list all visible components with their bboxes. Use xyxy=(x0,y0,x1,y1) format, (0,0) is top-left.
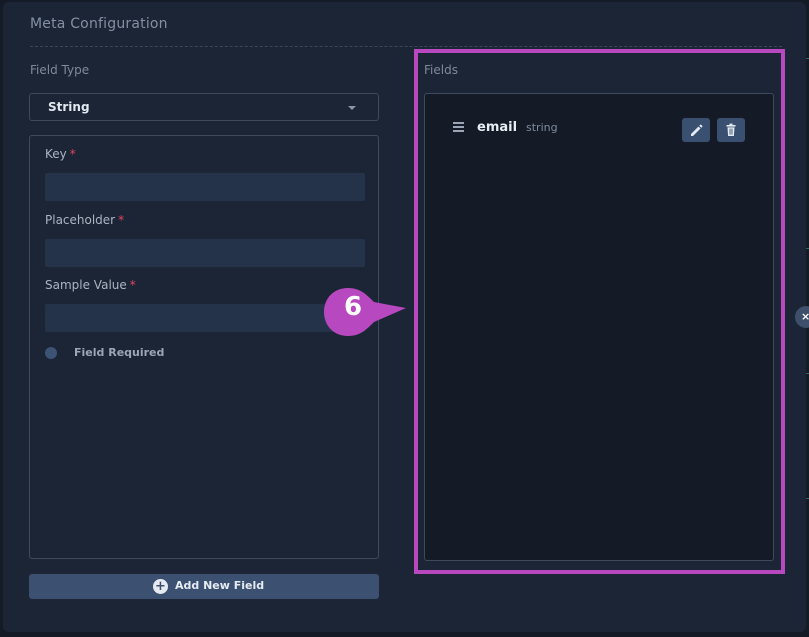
title-divider xyxy=(30,46,782,47)
panel-title: Meta Configuration xyxy=(30,16,168,32)
field-type-selected-value: String xyxy=(48,100,90,114)
key-label: Key * xyxy=(45,147,76,161)
placeholder-label: Placeholder * xyxy=(45,213,125,227)
required-asterisk: * xyxy=(118,213,125,227)
fields-highlight-box xyxy=(414,49,785,574)
add-new-field-label: Add New Field xyxy=(175,579,265,592)
key-input[interactable] xyxy=(45,173,365,201)
sample-value-input[interactable] xyxy=(45,304,365,332)
field-required-toggle[interactable] xyxy=(45,347,57,359)
add-new-field-button[interactable]: + Add New Field xyxy=(29,574,379,599)
field-required-label: Field Required xyxy=(74,346,165,359)
field-type-label: Field Type xyxy=(30,63,90,77)
plus-circle-icon: + xyxy=(153,579,168,594)
step-callout-number: 6 xyxy=(343,292,363,322)
sample-value-label: Sample Value * xyxy=(45,278,136,292)
field-type-select[interactable]: String xyxy=(29,93,379,121)
chevron-down-icon xyxy=(348,106,356,110)
field-form: Key * Placeholder * Sample Value * Field Re… xyxy=(29,135,379,559)
required-asterisk: * xyxy=(129,278,136,292)
placeholder-input[interactable] xyxy=(45,239,365,267)
required-asterisk: * xyxy=(69,147,76,161)
